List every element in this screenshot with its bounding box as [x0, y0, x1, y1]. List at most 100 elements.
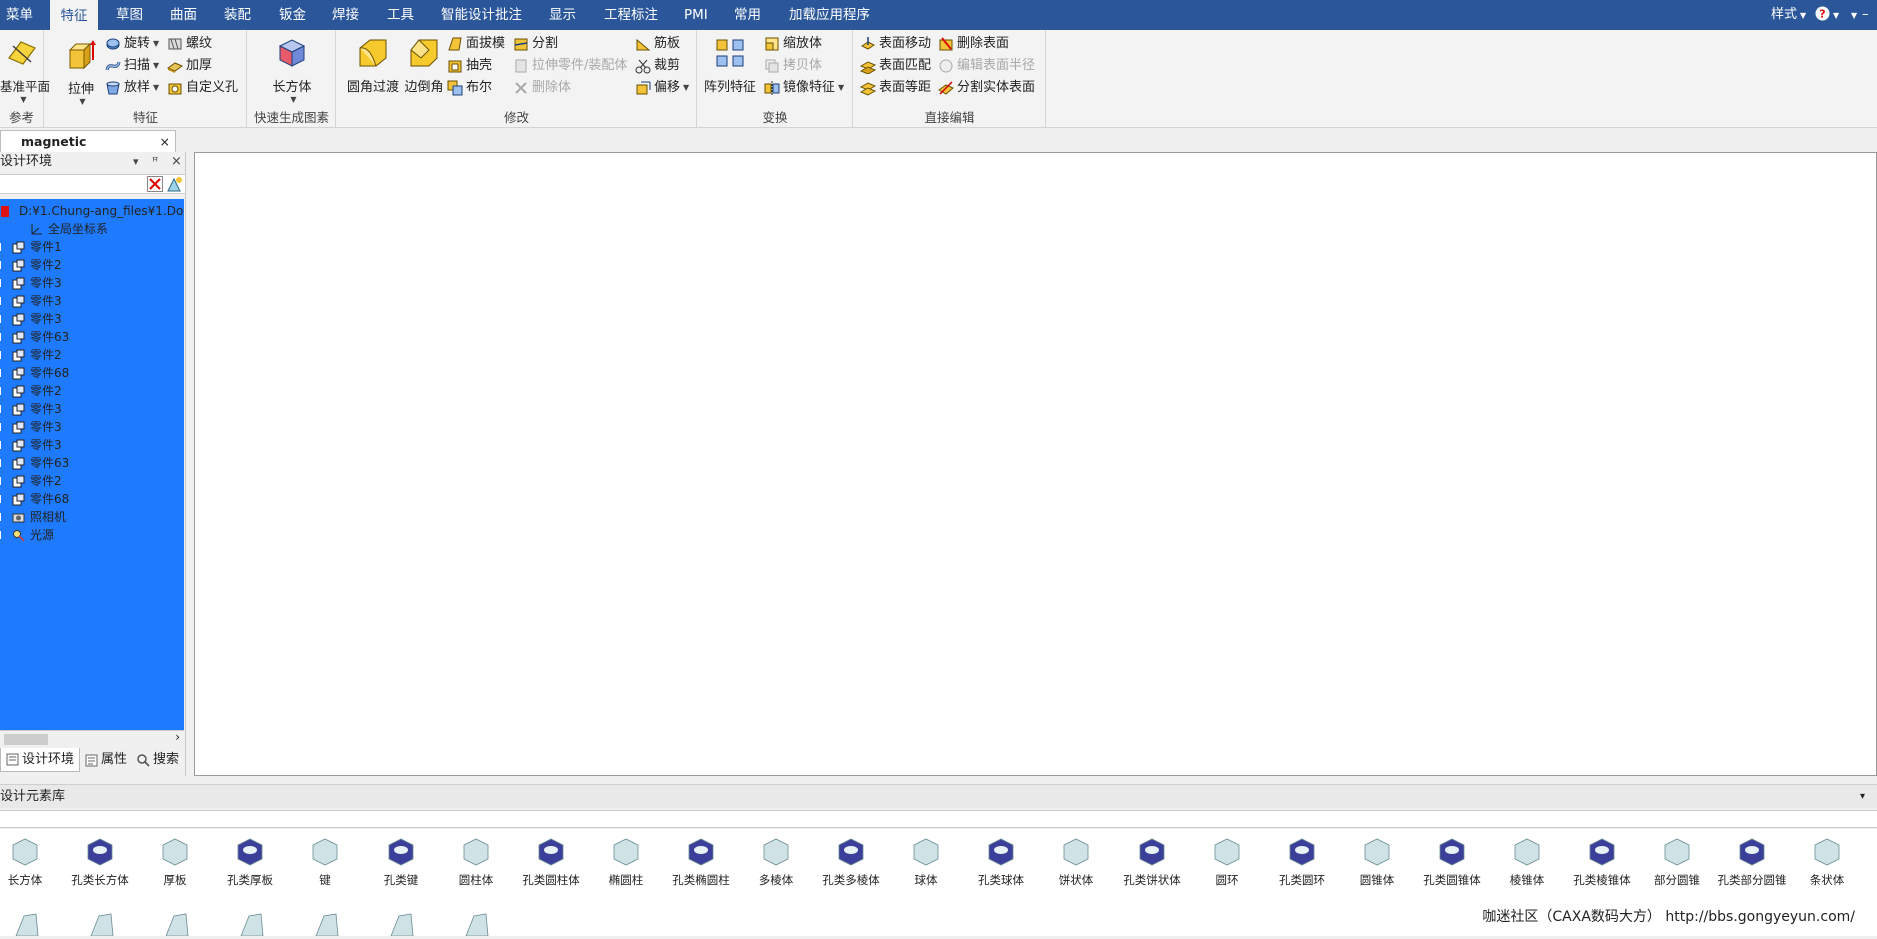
tree-expander[interactable]: [0, 351, 4, 359]
library-item[interactable]: 棱锥体: [1491, 835, 1563, 887]
datum-plane-button[interactable]: 基准平面 ▼: [0, 36, 50, 104]
tree-node[interactable]: 零件2: [0, 346, 62, 364]
filter-icon[interactable]: [166, 176, 183, 192]
copy-body-button[interactable]: 拷贝体: [764, 56, 822, 76]
tree-expander[interactable]: [0, 243, 4, 251]
tree-node[interactable]: 零件68: [0, 490, 69, 508]
library-item[interactable]: 孔类圆锥体: [1416, 835, 1488, 887]
split-solid-face-button[interactable]: 分割实体表面: [938, 78, 1035, 98]
tab-addins[interactable]: 加载应用程序: [789, 0, 870, 30]
extrude-to-button[interactable]: 拉伸零件/装配体: [513, 56, 627, 76]
library-item[interactable]: [85, 910, 119, 939]
tab-menu[interactable]: 菜单: [6, 0, 33, 30]
tree-expander[interactable]: [0, 369, 4, 377]
library-filter-bar[interactable]: [0, 810, 1877, 828]
tree-node[interactable]: 零件3: [0, 436, 62, 454]
equidistant-face-button[interactable]: 表面等距: [860, 78, 931, 98]
draft-button[interactable]: 面拔模: [447, 34, 505, 54]
tab-assembly[interactable]: 装配: [224, 0, 251, 30]
tree-node[interactable]: 零件3: [0, 274, 62, 292]
tab-search[interactable]: 搜索: [132, 748, 184, 772]
tree-node[interactable]: 零件2: [0, 472, 62, 490]
library-item[interactable]: [460, 910, 494, 939]
tree-node[interactable]: 零件3: [0, 310, 62, 328]
edit-radius-button[interactable]: 编辑表面半径: [938, 56, 1035, 76]
minimize-button[interactable]: –: [1862, 0, 1869, 30]
library-item[interactable]: 孔类饼状体: [1116, 835, 1188, 887]
clear-icon[interactable]: [147, 176, 163, 192]
help-button[interactable]: ? ▼: [1815, 0, 1839, 30]
tab-properties[interactable]: 属性: [80, 748, 132, 772]
library-item[interactable]: 孔类部分圆锥: [1716, 835, 1788, 887]
library-item[interactable]: [310, 910, 344, 939]
boolean-button[interactable]: 布尔: [447, 78, 492, 98]
offset-button[interactable]: 偏移 ▼: [635, 78, 689, 98]
split-button[interactable]: 分割: [513, 34, 558, 54]
tree-expander[interactable]: [0, 477, 4, 485]
tree-node[interactable]: 零件63: [0, 454, 69, 472]
tab-sketch[interactable]: 草图: [116, 0, 143, 30]
library-item[interactable]: [10, 910, 44, 939]
revolve-button[interactable]: 旋转 ▼: [105, 34, 159, 54]
library-item[interactable]: [160, 910, 194, 939]
library-item[interactable]: 圆锥体: [1341, 835, 1413, 887]
library-item[interactable]: 饼状体: [1040, 835, 1112, 887]
tree-expander[interactable]: [0, 441, 4, 449]
tree-expander[interactable]: [0, 423, 4, 431]
library-item[interactable]: 键: [289, 835, 361, 887]
move-face-button[interactable]: 表面移动: [860, 34, 931, 54]
library-item[interactable]: 孔类键: [365, 835, 437, 887]
tab-display[interactable]: 显示: [549, 0, 576, 30]
tab-design-environment[interactable]: 设计环境: [0, 748, 80, 772]
box-button[interactable]: 长方体 ▼: [254, 36, 330, 104]
library-item[interactable]: 厚板: [139, 835, 211, 887]
chevron-right-icon[interactable]: ›: [175, 730, 180, 744]
trim-button[interactable]: 裁剪: [635, 56, 680, 76]
tab-common[interactable]: 常用: [734, 0, 761, 30]
tab-surface[interactable]: 曲面: [170, 0, 197, 30]
rib-button[interactable]: 筋板: [635, 34, 680, 54]
tab-sheetmetal[interactable]: 钣金: [279, 0, 306, 30]
tree-expander[interactable]: [0, 333, 4, 341]
tab-feature[interactable]: 特征: [50, 0, 98, 30]
tree-horizontal-scrollbar[interactable]: ›: [0, 730, 184, 747]
tree-node[interactable]: 零件2: [0, 256, 62, 274]
library-item[interactable]: 条状体: [1791, 835, 1863, 887]
tree-expander[interactable]: [0, 495, 4, 503]
tab-weld[interactable]: 焊接: [332, 0, 359, 30]
library-item[interactable]: 孔类椭圆柱: [665, 835, 737, 887]
close-icon[interactable]: ×: [160, 131, 170, 152]
library-item[interactable]: 孔类圆柱体: [515, 835, 587, 887]
tree-expander[interactable]: [0, 387, 4, 395]
document-tab[interactable]: magnetic ene...vesting ×: [0, 130, 176, 170]
tree-expander[interactable]: [0, 459, 4, 467]
scrollbar-thumb[interactable]: [4, 734, 48, 745]
match-face-button[interactable]: 表面匹配: [860, 56, 931, 76]
tree-expander[interactable]: [0, 531, 4, 539]
sweep-button[interactable]: 扫描 ▼: [105, 56, 159, 76]
minimize-ribbon-button[interactable]: ▼: [1848, 0, 1857, 30]
delete-body-button[interactable]: 删除体: [513, 78, 571, 98]
tree-node[interactable]: 照相机: [0, 508, 66, 526]
chamfer-button[interactable]: 边倒角: [401, 36, 447, 95]
tree-node[interactable]: 光源: [0, 526, 54, 544]
library-item[interactable]: 孔类厚板: [214, 835, 286, 887]
library-item[interactable]: 部分圆锥: [1641, 835, 1713, 887]
library-item[interactable]: [385, 910, 419, 939]
tree-expander[interactable]: [0, 513, 4, 521]
tab-pmi[interactable]: PMI: [684, 0, 708, 30]
tree-node[interactable]: 零件2: [0, 382, 62, 400]
tab-tools[interactable]: 工具: [387, 0, 414, 30]
loft-button[interactable]: 放样 ▼: [105, 78, 159, 98]
tree-node-root[interactable]: D:¥1.Chung-ang_files¥1.Docun: [0, 202, 184, 220]
tree-expander[interactable]: [0, 279, 4, 287]
tree-node[interactable]: 零件68: [0, 364, 69, 382]
library-item[interactable]: 孔类多棱体: [815, 835, 887, 887]
chevron-down-icon[interactable]: ▾: [133, 152, 139, 172]
library-item[interactable]: 圆环: [1191, 835, 1263, 887]
style-menu[interactable]: 样式 ▼: [1771, 0, 1806, 30]
library-item[interactable]: 孔类棱锥体: [1566, 835, 1638, 887]
tree-node[interactable]: 零件3: [0, 418, 62, 436]
thread-button[interactable]: 螺纹: [167, 34, 212, 54]
library-item[interactable]: 孔类圆环: [1266, 835, 1338, 887]
